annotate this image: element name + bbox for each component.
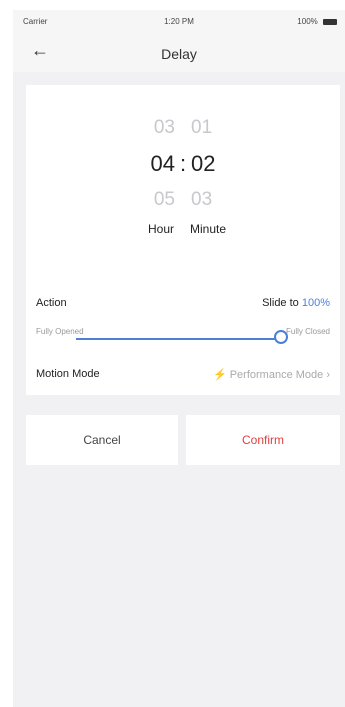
hour-next[interactable]: 05 (137, 182, 175, 218)
time-picker[interactable]: 03 01 04:02 05 03 Hour Minute (26, 110, 340, 236)
hour-unit-label: Hour (147, 222, 174, 236)
hour-prev[interactable]: 03 (137, 110, 175, 146)
picker-row-prev[interactable]: 03 01 (26, 110, 340, 146)
slide-percent: 100% (301, 297, 330, 309)
slide-to-label: Slide to 100% (262, 297, 330, 309)
position-slider[interactable]: Fully Opened Fully Closed (36, 323, 330, 353)
minute-prev[interactable]: 01 (191, 110, 229, 146)
picker-units: Hour Minute (26, 222, 340, 236)
motion-mode-text: Performance Mode (229, 369, 324, 381)
picker-row-next[interactable]: 05 03 (26, 182, 340, 218)
lightning-icon: ⚡ (212, 369, 227, 381)
status-time: 1:20 PM (164, 17, 194, 26)
delay-card: 03 01 04:02 05 03 Hour Minute Action Slide … (26, 85, 340, 395)
motion-mode-value[interactable]: ⚡ Performance Mode › (213, 368, 330, 381)
fully-opened-label: Fully Opened (36, 327, 84, 336)
action-row: Action Slide to 100% (36, 297, 330, 313)
battery-icon (323, 18, 337, 25)
picker-row-selected[interactable]: 04:02 (26, 146, 340, 182)
motion-mode-label: Motion Mode (36, 368, 100, 380)
phone-screen: Carrier 1:20 PM 100% ← Delay 03 01 04:02 … (0, 0, 345, 707)
action-label: Action (36, 297, 67, 309)
minute-selected[interactable]: 02 (191, 146, 229, 182)
minute-unit-label: Minute (190, 222, 227, 236)
cancel-button[interactable]: Cancel (26, 415, 178, 465)
motion-mode-row[interactable]: Motion Mode ⚡ Performance Mode › (36, 368, 330, 384)
slide-prefix: Slide to (262, 297, 299, 309)
page-title: Delay (161, 46, 197, 62)
nav-bar: ← Delay (13, 32, 345, 72)
chevron-right-icon: › (326, 369, 330, 381)
battery-percent: 100% (297, 17, 318, 26)
fully-closed-label: Fully Closed (285, 327, 330, 336)
confirm-button[interactable]: Confirm (186, 415, 340, 465)
app-frame: Carrier 1:20 PM 100% ← Delay 03 01 04:02 … (13, 10, 345, 707)
time-separator: : (179, 151, 187, 176)
slider-track[interactable] (76, 338, 280, 340)
status-right: 100% (297, 17, 337, 26)
minute-next[interactable]: 03 (191, 182, 229, 218)
hour-selected[interactable]: 04 (137, 146, 175, 182)
status-bar: Carrier 1:20 PM 100% (13, 10, 345, 32)
